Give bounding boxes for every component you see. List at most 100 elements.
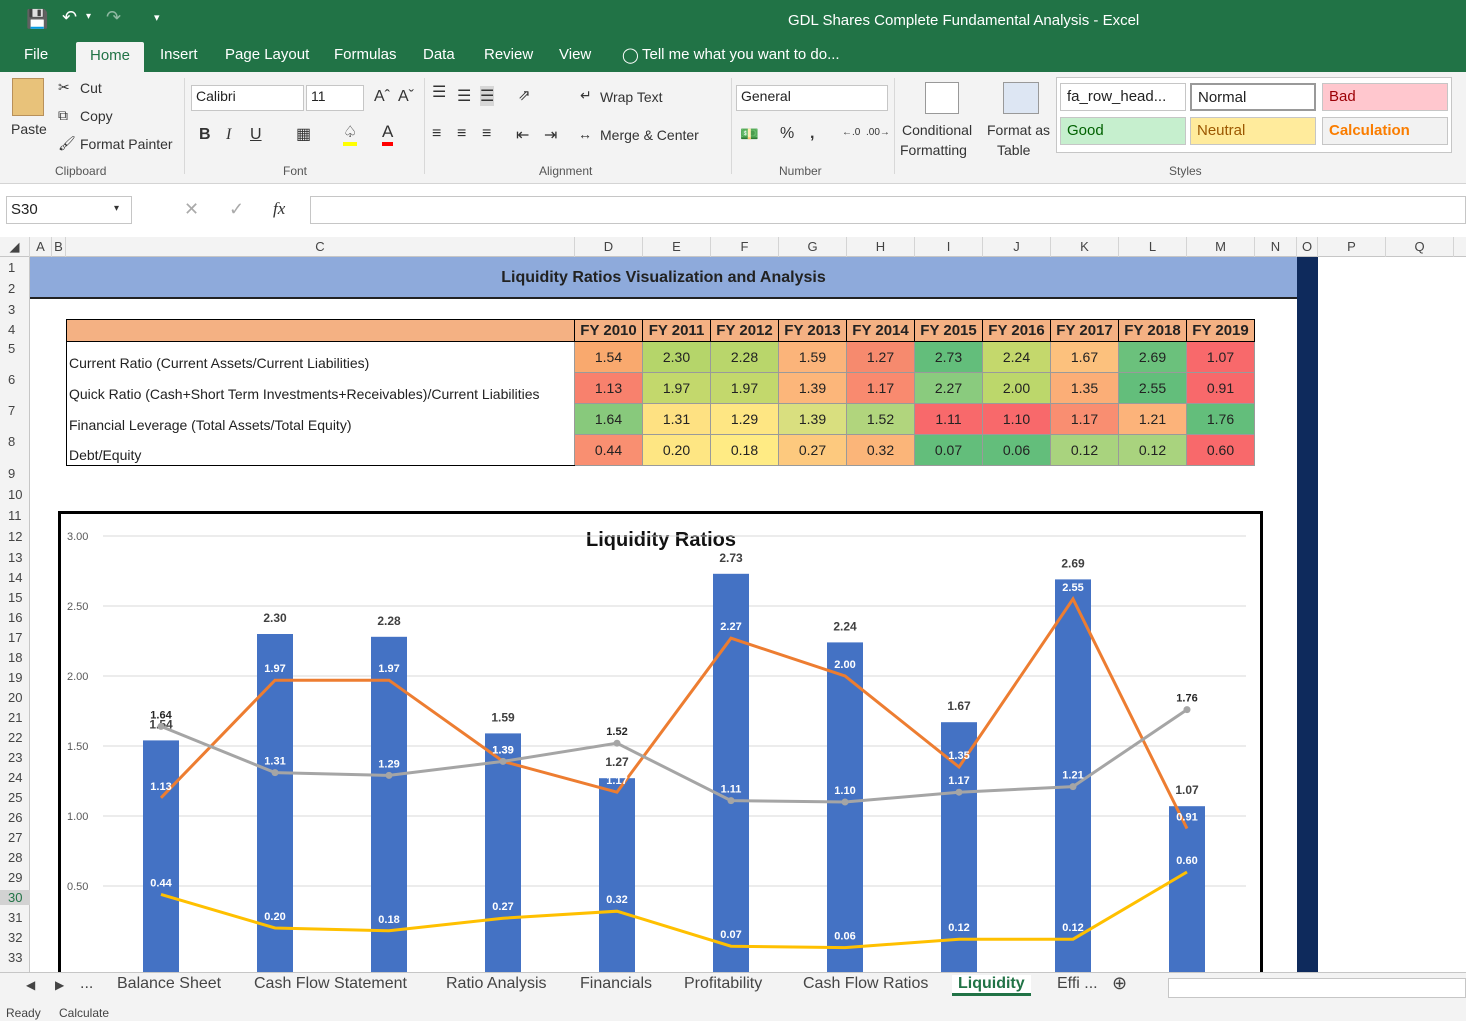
italic-button[interactable]: I	[226, 126, 231, 144]
column-header[interactable]: K	[1051, 237, 1119, 257]
undo-icon[interactable]: ↶	[62, 7, 77, 28]
ratio-value-cell[interactable]: 1.07	[1186, 341, 1255, 373]
decrease-decimal-icon[interactable]: .00→	[866, 127, 890, 138]
merge-center-button[interactable]: Merge & Center	[600, 127, 699, 143]
fill-color-icon[interactable]: ♤	[343, 122, 358, 146]
liquidity-chart[interactable]: Liquidity Ratios 3.00 2.50 2.00 1.50 1.00 0.50…	[58, 511, 1263, 972]
row-header[interactable]: 12	[0, 529, 30, 544]
cut-icon[interactable]: ✂	[58, 79, 70, 96]
comma-button[interactable]: ,	[810, 125, 814, 143]
column-header[interactable]: A	[30, 237, 52, 257]
paste-icon[interactable]	[12, 78, 44, 116]
ratio-value-cell[interactable]: 1.59	[778, 341, 847, 373]
sheet-tab-ratio-analysis[interactable]: Ratio Analysis	[446, 975, 547, 993]
sheet-tab-cash-flow-statement[interactable]: Cash Flow Statement	[254, 975, 407, 993]
ratio-value-cell[interactable]: 2.73	[914, 341, 983, 373]
ratio-value-cell[interactable]: 1.21	[1118, 403, 1187, 435]
customize-toolbar-icon[interactable]: ▾	[154, 11, 160, 24]
insert-function-button[interactable]: fx	[273, 199, 285, 219]
tab-formulas[interactable]: Formulas	[334, 46, 397, 63]
decrease-font-icon[interactable]: Aˇ	[398, 88, 414, 106]
column-header[interactable]: P	[1318, 237, 1386, 257]
row-header[interactable]: 30	[0, 890, 30, 905]
ratio-value-cell[interactable]: 1.35	[1050, 372, 1119, 404]
orientation-icon[interactable]: ⇗	[518, 86, 531, 104]
column-header[interactable]: H	[847, 237, 915, 257]
sheet-tab-balance-sheet[interactable]: Balance Sheet	[117, 975, 221, 993]
tab-view[interactable]: View	[559, 46, 591, 63]
row-header[interactable]: 8	[0, 434, 30, 449]
style-calculation[interactable]: Calculation	[1322, 117, 1448, 145]
row-header[interactable]: 2	[0, 281, 30, 296]
tab-page-layout[interactable]: Page Layout	[225, 46, 309, 63]
tab-file[interactable]: File	[24, 46, 48, 63]
row-header[interactable]: 11	[0, 508, 30, 523]
row-header[interactable]: 6	[0, 372, 30, 387]
save-icon[interactable]: 💾	[26, 9, 48, 30]
row-header[interactable]: 10	[0, 487, 30, 502]
format-painter-icon[interactable]: 🖌	[58, 135, 76, 152]
undo-dropdown-icon[interactable]: ▾	[86, 11, 91, 22]
ratio-value-cell[interactable]: 1.54	[574, 341, 643, 373]
ratio-value-cell[interactable]: 0.12	[1050, 434, 1119, 466]
row-header[interactable]: 1	[0, 260, 30, 275]
column-header[interactable]: Q	[1386, 237, 1454, 257]
row-header[interactable]: 29	[0, 870, 30, 885]
wrap-text-button[interactable]: Wrap Text	[600, 89, 663, 105]
ratio-value-cell[interactable]: 1.27	[846, 341, 915, 373]
number-format-select[interactable]: General	[736, 85, 888, 111]
tab-scroll-left-icon[interactable]: ◀	[26, 978, 35, 992]
ratio-value-cell[interactable]: 2.55	[1118, 372, 1187, 404]
borders-icon[interactable]: ▦	[296, 124, 311, 144]
ratio-value-cell[interactable]: 1.97	[642, 372, 711, 404]
sheet-tab-liquidity[interactable]: Liquidity	[952, 975, 1031, 996]
ratio-value-cell[interactable]: 2.24	[982, 341, 1051, 373]
row-header[interactable]: 33	[0, 950, 30, 965]
align-top-icon[interactable]: ☰	[432, 82, 446, 102]
ratio-value-cell[interactable]: 0.44	[574, 434, 643, 466]
tab-home[interactable]: Home	[76, 42, 145, 72]
row-header[interactable]: 13	[0, 550, 30, 565]
paste-button[interactable]: Paste	[11, 121, 47, 137]
copy-icon[interactable]: ⧉	[58, 107, 68, 124]
row-header[interactable]: 9	[0, 466, 30, 481]
increase-indent-icon[interactable]: ⇥	[544, 125, 557, 145]
ratio-value-cell[interactable]: 1.11	[914, 403, 983, 435]
increase-font-icon[interactable]: Aˆ	[374, 88, 390, 106]
ratio-value-cell[interactable]: 0.07	[914, 434, 983, 466]
ratio-value-cell[interactable]: 1.64	[574, 403, 643, 435]
ratio-value-cell[interactable]: 0.91	[1186, 372, 1255, 404]
column-header[interactable]: D	[575, 237, 643, 257]
sheet-tab-cash-flow-ratios[interactable]: Cash Flow Ratios	[803, 975, 928, 993]
formula-input[interactable]	[310, 196, 1466, 224]
cut-button[interactable]: Cut	[80, 80, 102, 96]
format-painter-button[interactable]: Format Painter	[80, 136, 173, 152]
row-header[interactable]: 25	[0, 790, 30, 805]
ratio-value-cell[interactable]: 0.12	[1118, 434, 1187, 466]
ratio-value-cell[interactable]: 0.18	[710, 434, 779, 466]
ratio-value-cell[interactable]: 0.60	[1186, 434, 1255, 466]
ratio-value-cell[interactable]: 2.28	[710, 341, 779, 373]
add-sheet-icon[interactable]: ⊕	[1112, 973, 1127, 994]
format-as-table-label-2[interactable]: Table	[997, 142, 1030, 158]
accounting-format-icon[interactable]: 💵	[740, 125, 759, 143]
row-header[interactable]: 27	[0, 830, 30, 845]
underline-button[interactable]: U	[250, 126, 262, 144]
style-good[interactable]: Good	[1060, 117, 1186, 145]
row-header[interactable]: 17	[0, 630, 30, 645]
sheet-tab-profitability[interactable]: Profitability	[684, 975, 762, 993]
ratio-value-cell[interactable]: 1.29	[710, 403, 779, 435]
tab-data[interactable]: Data	[423, 46, 455, 63]
row-header[interactable]: 18	[0, 650, 30, 665]
tell-me-box[interactable]: Tell me what you want to do...	[642, 46, 840, 63]
row-header[interactable]: 15	[0, 590, 30, 605]
percent-button[interactable]: %	[780, 125, 794, 143]
column-header[interactable]: J	[983, 237, 1051, 257]
tab-review[interactable]: Review	[484, 46, 533, 63]
row-header[interactable]: 28	[0, 850, 30, 865]
ratio-value-cell[interactable]: 2.69	[1118, 341, 1187, 373]
conditional-formatting-icon[interactable]	[925, 82, 959, 114]
align-bottom-icon[interactable]: ☰	[480, 86, 495, 106]
column-header[interactable]: E	[643, 237, 711, 257]
worksheet-grid[interactable]: Liquidity Ratios Visualization and Analy…	[30, 257, 1466, 972]
